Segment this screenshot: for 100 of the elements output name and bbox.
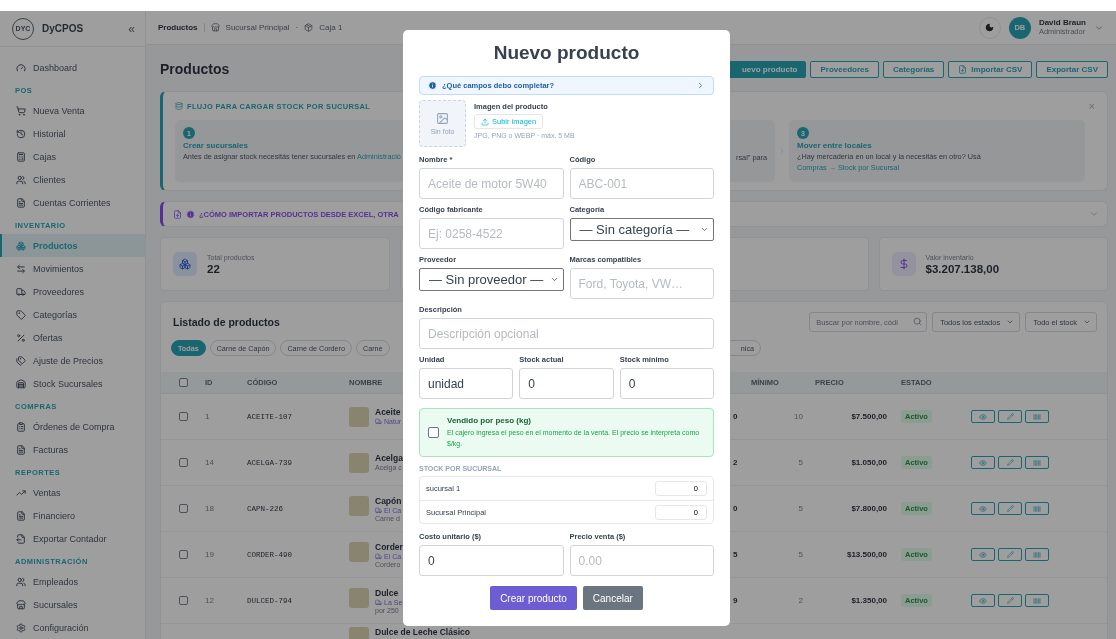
table-cell-text: $1.350,00 <box>850 596 888 605</box>
edit-button[interactable] <box>998 594 1022 607</box>
barcode-button[interactable] <box>1025 410 1049 423</box>
eye-icon <box>979 458 987 467</box>
file-icon <box>173 209 182 219</box>
input-field[interactable]: 0 <box>519 368 614 399</box>
document-icon <box>16 510 26 521</box>
package-icon <box>304 23 314 32</box>
nav-item[interactable]: Exportar Contador <box>0 527 145 550</box>
nav-item[interactable]: Proveedores <box>0 280 145 303</box>
action-button[interactable]: Categorías <box>882 60 945 78</box>
clipboard-icon <box>16 421 26 432</box>
barcode-button[interactable] <box>1025 548 1049 561</box>
nav-item[interactable]: Financiero <box>0 504 145 527</box>
breadcrumb-register: Caja 1 <box>319 23 343 32</box>
input-field[interactable]: 0 <box>419 545 564 577</box>
truck-icon <box>375 552 382 560</box>
input-field[interactable]: Descripción opcional <box>419 318 714 349</box>
nav-item[interactable]: Historial <box>0 122 145 145</box>
nav-item[interactable]: Empleados <box>0 570 145 593</box>
barcode-button[interactable] <box>1025 502 1049 515</box>
action-button[interactable]: Exportar CSV <box>1036 60 1108 78</box>
checkbox[interactable] <box>179 412 188 421</box>
collapse-button[interactable]: « <box>128 21 135 36</box>
tags-icon <box>16 355 26 366</box>
edit-button[interactable] <box>998 456 1022 469</box>
chevron-down-icon[interactable] <box>1089 209 1099 219</box>
eye-icon <box>979 412 987 421</box>
view-button[interactable] <box>971 456 995 469</box>
checkbox[interactable] <box>428 427 439 439</box>
nav-item[interactable]: Nueva Venta <box>0 99 145 122</box>
view-button[interactable] <box>971 410 995 423</box>
cancel-button[interactable]: Cancelar <box>582 586 643 610</box>
table-cell-text: 5 <box>797 550 804 559</box>
nav-item[interactable]: Clientes <box>0 168 145 191</box>
arrows-icon <box>16 263 26 274</box>
photo-placeholder <box>349 541 369 562</box>
input-field[interactable]: Ford, Toyota, VW… <box>569 268 714 299</box>
nav-item[interactable]: Categorías <box>0 303 145 326</box>
input-field[interactable]: unidad <box>419 368 514 399</box>
input-field[interactable]: Aceite de motor 5W40 <box>419 168 564 199</box>
pencil-icon <box>1006 505 1014 512</box>
theme-toggle[interactable] <box>978 16 1001 39</box>
nav-item[interactable]: Configuración <box>0 616 145 639</box>
pencil-icon <box>1006 551 1014 558</box>
barcode-icon <box>1033 412 1041 421</box>
table-cell-text: $1.050,00 <box>850 458 888 467</box>
table-cell-text: 5 <box>797 504 804 513</box>
nav-item[interactable]: Ofertas <box>0 326 145 349</box>
create-button[interactable]: Crear producto <box>490 586 577 610</box>
table-cell-text: 0 <box>733 412 739 421</box>
table-cell-text: 19 <box>205 550 215 559</box>
nav-item[interactable]: Ajuste de Precios <box>0 349 145 372</box>
input-field[interactable]: ABC-001 <box>569 168 714 199</box>
checkbox[interactable] <box>179 550 188 559</box>
table-cell-text: 9 <box>733 596 739 605</box>
nav-item[interactable]: Stock Sucursales <box>0 372 145 395</box>
input-field[interactable]: 0 <box>619 368 714 399</box>
edit-button[interactable] <box>998 502 1022 515</box>
store-icon <box>210 23 220 32</box>
pencil-icon <box>1006 413 1014 420</box>
action-button[interactable]: Proveedores <box>810 60 879 78</box>
barcode-icon <box>1033 550 1041 559</box>
settings-icon <box>16 622 26 633</box>
nav-item[interactable]: Cuentas Corrientes <box>0 191 145 214</box>
photo-placeholder <box>349 452 369 473</box>
nav-item[interactable]: Facturas <box>0 438 145 461</box>
view-button[interactable] <box>971 502 995 515</box>
nav-item[interactable]: Sucursales <box>0 593 145 616</box>
nav-item[interactable]: Cajas <box>0 145 145 168</box>
nav-item[interactable]: Ventas <box>0 481 145 504</box>
barcode-button[interactable] <box>1025 456 1049 469</box>
input-field[interactable]: 0.00 <box>569 545 714 577</box>
input-field[interactable]: Ej: 0258-4522 <box>419 218 564 249</box>
warehouse-icon <box>16 378 26 389</box>
database-icon <box>175 102 183 110</box>
checkbox[interactable] <box>179 378 188 387</box>
view-button[interactable] <box>971 594 995 607</box>
select-field[interactable]: — Sin proveedor — <box>419 268 564 291</box>
gauge-icon <box>16 62 26 73</box>
nav-item[interactable]: Dashboard <box>0 56 145 79</box>
product-name: Aceite <box>375 406 402 417</box>
breadcrumb-separator: · <box>295 23 299 32</box>
checkbox[interactable] <box>179 596 188 605</box>
checkbox[interactable] <box>179 458 188 467</box>
nav-item[interactable]: Movimientos <box>0 257 145 280</box>
checkbox[interactable] <box>179 504 188 513</box>
action-button[interactable]: Importar CSV <box>948 60 1033 78</box>
breadcrumb-page: Productos <box>158 23 205 32</box>
table-cell-text: 5 <box>733 550 739 559</box>
product-name: Acelga <box>375 452 403 463</box>
table-cell-text: $7.800,00 <box>850 504 888 513</box>
edit-button[interactable] <box>998 548 1022 561</box>
nav-item[interactable]: Órdenes de Compra <box>0 415 145 438</box>
select-field[interactable]: — Sin categoría — <box>569 218 714 241</box>
history-icon <box>16 128 26 139</box>
edit-button[interactable] <box>998 410 1022 423</box>
table-cell-text: $13.500,00 <box>845 550 888 559</box>
view-button[interactable] <box>971 548 995 561</box>
barcode-button[interactable] <box>1025 594 1049 607</box>
